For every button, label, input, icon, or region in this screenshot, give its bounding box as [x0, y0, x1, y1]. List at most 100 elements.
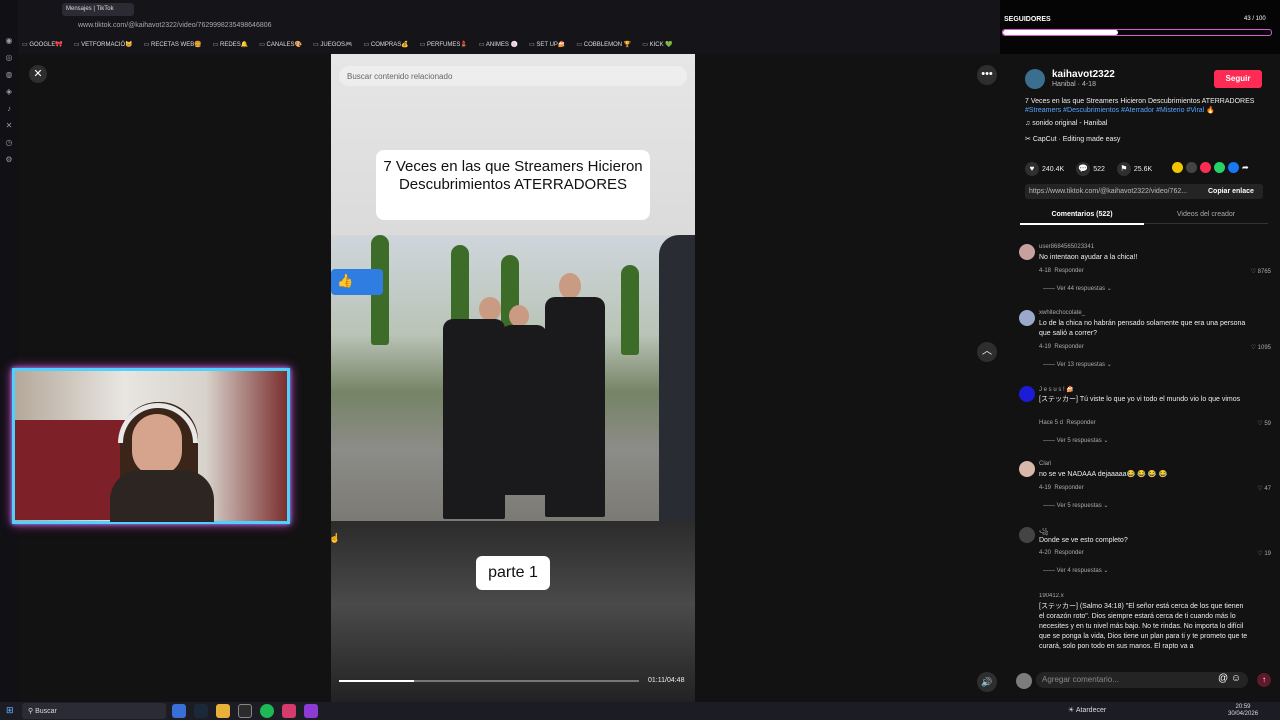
reply-button[interactable]: Responder [1054, 344, 1083, 350]
share-send-icon[interactable] [1200, 162, 1211, 173]
system-clock[interactable]: 20:59 30/04/2026 [1228, 704, 1258, 718]
settings-icon[interactable]: ⚙ [5, 155, 12, 164]
commenter-avatar[interactable] [1019, 593, 1035, 609]
whatsapp-icon[interactable]: ◍ [6, 70, 13, 79]
app-icon[interactable] [304, 704, 318, 718]
reply-button[interactable]: Responder [1054, 550, 1083, 556]
comment-text: Donde se ve esto completo? [1039, 537, 1128, 544]
reply-button[interactable]: Responder [1066, 420, 1095, 426]
tree [621, 265, 639, 355]
heart-icon: ♥ [1025, 162, 1039, 176]
start-button[interactable]: ⊞ [6, 705, 14, 716]
bookmark-folder[interactable]: GOOGLE🎀 [22, 41, 62, 54]
sound-label: sonido original - Hanibal [1032, 120, 1108, 127]
commenter-avatar[interactable] [1019, 527, 1035, 543]
copy-link-button[interactable]: Copiar enlace [1208, 188, 1254, 195]
view-replies[interactable]: —— Ver 5 respuestas ⌄ [1043, 502, 1108, 509]
comment-text: [ステッカー] Tú viste lo que yo vi todo el mu… [1039, 396, 1241, 403]
comment-likes[interactable]: ♡ 19 [1257, 550, 1271, 557]
embed-icon[interactable] [1186, 162, 1197, 173]
commenter-avatar[interactable] [1019, 386, 1035, 402]
view-replies[interactable]: —— Ver 4 respuestas ⌄ [1043, 567, 1108, 574]
comment-stat[interactable]: 💬 522 [1076, 162, 1105, 176]
volume-button[interactable]: 🔊 [977, 672, 997, 692]
reply-button[interactable]: Responder [1054, 268, 1083, 274]
comment-item: ꧁ Donde se ve esto completo? 4-20 Respon… [1019, 527, 1271, 585]
reply-button[interactable]: Responder [1054, 485, 1083, 491]
comment-likes[interactable]: ♡ 59 [1257, 420, 1271, 427]
history-icon[interactable]: ◷ [6, 138, 13, 147]
bookmark-folder[interactable]: JUEGOS🎮 [313, 41, 352, 54]
x-icon[interactable]: ✕ [6, 121, 13, 130]
commenter-name[interactable]: J e s u s ! 🍰 [1039, 386, 1074, 393]
instagram-icon[interactable]: ◎ [6, 53, 13, 62]
related-search-input[interactable]: Buscar contenido relacionado [339, 66, 687, 86]
commenter-name[interactable]: 190412.x [1039, 593, 1064, 599]
commenter-avatar[interactable] [1019, 244, 1035, 260]
weather-label: Atardecer [1075, 707, 1107, 714]
whatsapp-share-icon[interactable] [1214, 162, 1225, 173]
bookmark-folder[interactable]: CANALES🎨 [259, 41, 302, 54]
discord-icon[interactable]: ◈ [6, 87, 12, 96]
close-button[interactable]: ✕ [29, 65, 47, 83]
bookmark-folder[interactable]: RECETAS WEB🍔 [144, 41, 202, 54]
creator-avatar[interactable] [1025, 69, 1045, 89]
bookmark-folder[interactable]: ANIMES 🍥 [479, 41, 518, 54]
commenter-name[interactable]: xwhitechocolate_ [1039, 310, 1085, 316]
hashtags[interactable]: #Streamers #Descubrimientos #Aterrador #… [1025, 107, 1215, 114]
sound-link[interactable]: ♫ sonido original - Hanibal [1025, 120, 1107, 127]
add-comment-input[interactable]: Agregar comentario... [1036, 672, 1248, 688]
view-replies[interactable]: —— Ver 13 respuestas ⌄ [1043, 361, 1112, 368]
view-replies[interactable]: —— Ver 44 respuestas ⌄ [1043, 285, 1112, 292]
send-comment-button[interactable]: ↑ [1257, 673, 1271, 687]
creator-username[interactable]: kaihavot2322 [1052, 69, 1115, 80]
comment-item: xwhitechocolate_ Lo de la chica no habrá… [1019, 310, 1271, 370]
like-stat[interactable]: ♥ 240.4K [1025, 162, 1064, 176]
save-stat[interactable]: ⚑ 25.6K [1116, 162, 1152, 176]
comment-likes[interactable]: ♡ 8765 [1251, 268, 1271, 275]
file-explorer-icon[interactable] [216, 704, 230, 718]
obs-icon[interactable] [238, 704, 252, 718]
comment-likes[interactable]: ♡ 1095 [1251, 344, 1271, 351]
bookmark-folder[interactable]: SET UP🍰 [529, 41, 565, 54]
bookmark-folder[interactable]: REDES🔔 [213, 41, 248, 54]
commenter-name[interactable]: user8684565023341 [1039, 244, 1094, 250]
bookmark-folder[interactable]: PERFUMES💄 [420, 41, 468, 54]
capcut-link[interactable]: ✂ CapCut · Editing made easy [1025, 135, 1120, 143]
bookmark-folder[interactable]: COMPRAS💰 [364, 41, 409, 54]
commenter-avatar[interactable] [1019, 461, 1035, 477]
share-friends-icon[interactable] [1172, 162, 1183, 173]
steam-icon[interactable] [194, 704, 208, 718]
view-replies[interactable]: —— Ver 5 respuestas ⌄ [1043, 437, 1108, 444]
messenger-icon[interactable]: ◉ [6, 36, 13, 45]
commenter-name[interactable]: Clari [1039, 461, 1051, 467]
bookmarks-bar: GOOGLE🎀 VETFORMACIÓ😸 RECETAS WEB🍔 REDES🔔 CAN… [0, 38, 1000, 54]
share-arrow-icon[interactable]: ➦ [1242, 162, 1253, 173]
taskbar-search[interactable]: ⚲ Buscar [22, 703, 166, 719]
comment-meta: 4-20 Responder [1039, 550, 1084, 556]
bookmark-folder[interactable]: VETFORMACIÓ😸 [74, 41, 132, 54]
tab-comments[interactable]: Comentarios (522) [1020, 211, 1144, 225]
thumbs-up-icon: 👍 [331, 269, 383, 295]
more-options-button[interactable]: ••• [977, 65, 997, 85]
facebook-share-icon[interactable] [1228, 162, 1239, 173]
commenter-avatar[interactable] [1019, 310, 1035, 326]
browser-tab[interactable]: Mensajes | TikTok [62, 3, 134, 16]
tab-creator-videos[interactable]: Videos del creador [1144, 211, 1268, 224]
bookmark-folder[interactable]: COBBLEMON 🏆 [576, 41, 631, 54]
task-view-icon[interactable] [172, 704, 186, 718]
url-field[interactable]: www.tiktok.com/@kaihavot2322/video/76299… [78, 22, 378, 34]
comment-likes[interactable]: ♡ 47 [1257, 485, 1271, 492]
video-time: 01:11/04:48 [648, 677, 685, 684]
follow-button[interactable]: Seguir [1214, 70, 1262, 88]
tiktok-icon[interactable]: ♪ [7, 104, 11, 113]
opera-gx-icon[interactable] [282, 704, 296, 718]
bookmark-folder[interactable]: KICK 💚 [642, 41, 673, 54]
officer-head [559, 273, 581, 299]
stream-overlay-strip [1000, 0, 1280, 54]
video-progress-fill [339, 680, 414, 682]
previous-video-button[interactable]: ︿ [977, 342, 997, 362]
spotify-icon[interactable] [260, 704, 274, 718]
mention-icon[interactable]: @ ☺ [1218, 673, 1241, 684]
weather-widget[interactable]: ☀ Atardecer [1068, 706, 1106, 714]
